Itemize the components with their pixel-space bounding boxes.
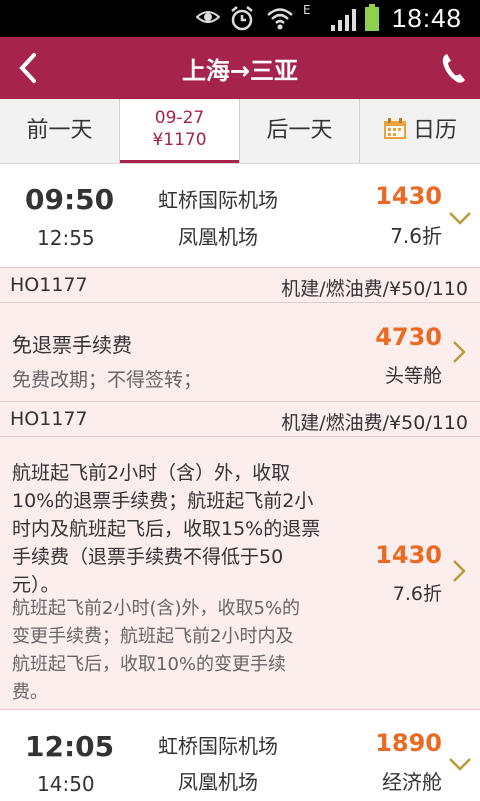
status-bar: E 18:48 <box>0 0 480 37</box>
refund-rule-title: 免退票手续费 <box>12 333 132 357</box>
chevron-right-icon[interactable] <box>452 340 466 364</box>
departure-airport: 虹桥国际机场 <box>158 188 278 212</box>
cabin-discount: 7.6折 <box>392 583 442 605</box>
calendar-icon <box>383 118 406 139</box>
cabin-option[interactable]: 免退票手续费 免费改期；不得签转； 4730 头等舱 <box>0 303 480 401</box>
refund-rule-line: 时内及航班起飞后，收取15%的退票 <box>12 518 321 540</box>
next-day-label: 后一天 <box>266 118 333 143</box>
change-rule-line: 航班起飞后，收取10%的变更手续 <box>12 654 287 675</box>
date-selector: 前一天 09-27 ¥1170 后一天 日历 <box>0 99 480 164</box>
chevron-down-icon[interactable] <box>448 756 472 772</box>
change-rule-line: 费。 <box>12 682 48 703</box>
tax-fee: 机建/燃油费/¥50/110 <box>281 412 468 434</box>
refund-rule-line: 航班起飞前2小时（含）外，收取 <box>12 462 291 484</box>
eye-icon <box>196 11 220 23</box>
active-tab-indicator <box>120 160 239 163</box>
change-rule-line: 航班起飞前2小时(含)外，收取5%的 <box>12 598 301 619</box>
cabin-class: 经济舱 <box>382 770 442 794</box>
calendar-tab[interactable]: 日历 <box>360 99 480 163</box>
battery-icon <box>365 4 379 31</box>
refund-rule-text: 航班起飞前2小时（含）外，收取 10%的退票手续费；航班起飞前2小 时内及航班起… <box>12 459 372 599</box>
cabin-price: 1430 <box>375 541 442 569</box>
flight-number: HO1177 <box>10 274 88 296</box>
departure-airport: 虹桥国际机场 <box>158 734 278 758</box>
change-rule-text: 航班起飞前2小时(含)外，收取5%的 变更手续费；航班起飞前2小时内及 航班起飞… <box>12 595 372 707</box>
signal-icon <box>331 9 356 31</box>
current-date-price: ¥1170 <box>152 130 207 150</box>
next-day-tab[interactable]: 后一天 <box>240 99 360 163</box>
flight-number: HO1177 <box>10 408 88 430</box>
network-type-label: E <box>303 3 311 17</box>
arrival-time: 14:50 <box>37 772 95 796</box>
flight-price: 1890 <box>375 729 442 757</box>
change-rule-line: 变更手续费；航班起飞前2小时内及 <box>12 626 294 647</box>
arrival-airport: 凤凰机场 <box>178 770 258 794</box>
flight-row[interactable]: 12:05 14:50 虹桥国际机场 凤凰机场 1890 经济舱 <box>0 709 480 801</box>
refund-rule-line: 手续费（退票手续费不得低于50 <box>12 546 284 568</box>
cabin-info-line: HO1177 机建/燃油费/¥50/110 <box>0 401 480 437</box>
arrival-airport: 凤凰机场 <box>178 225 258 249</box>
departure-time: 09:50 <box>25 183 115 216</box>
phone-icon[interactable] <box>438 51 468 85</box>
current-date-tab[interactable]: 09-27 ¥1170 <box>120 99 240 163</box>
tax-fee: 机建/燃油费/¥50/110 <box>281 278 468 300</box>
prev-day-label: 前一天 <box>26 118 93 143</box>
flight-row[interactable]: 09:50 12:55 虹桥国际机场 凤凰机场 1430 7.6折 <box>0 164 480 267</box>
wifi-icon <box>267 8 293 30</box>
app-header: 上海→三亚 <box>0 37 480 99</box>
flight-price: 1430 <box>375 182 442 210</box>
clock: 18:48 <box>391 3 462 33</box>
current-date: 09-27 <box>154 108 205 128</box>
calendar-label: 日历 <box>412 118 457 143</box>
alarm-icon <box>231 6 253 31</box>
route-title: 上海→三亚 <box>181 57 299 85</box>
prev-day-tab[interactable]: 前一天 <box>0 99 120 163</box>
chevron-down-icon[interactable] <box>448 210 472 226</box>
refund-rule-line: 10%的退票手续费；航班起飞前2小 <box>12 490 314 512</box>
departure-time: 12:05 <box>25 730 115 763</box>
arrival-time: 12:55 <box>37 226 95 250</box>
cabin-class: 头等舱 <box>384 365 442 387</box>
refund-rule-detail: 免费改期；不得签转； <box>12 369 203 391</box>
cabin-info-line: HO1177 机建/燃油费/¥50/110 <box>0 267 480 303</box>
chevron-right-icon[interactable] <box>452 559 466 583</box>
flight-discount: 7.6折 <box>390 224 442 248</box>
cabin-option[interactable]: 航班起飞前2小时（含）外，收取 10%的退票手续费；航班起飞前2小 时内及航班起… <box>0 437 480 709</box>
cabin-price: 4730 <box>375 323 442 351</box>
